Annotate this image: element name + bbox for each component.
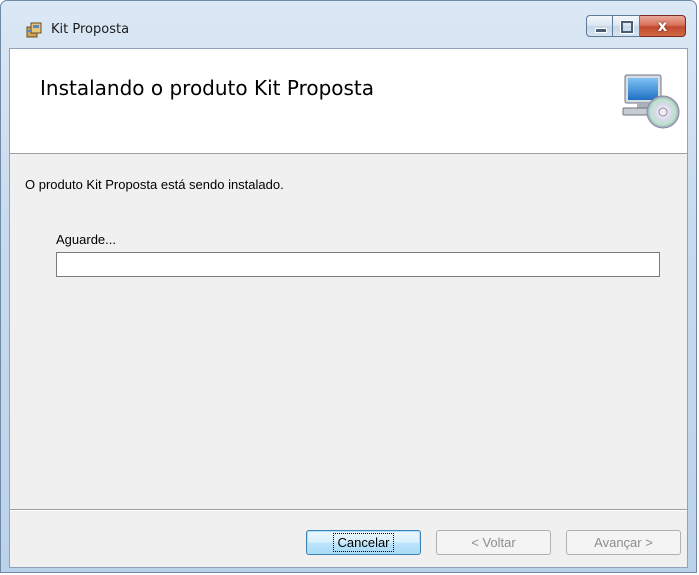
close-icon: x (657, 17, 668, 35)
minimize-icon (595, 28, 607, 33)
close-button[interactable]: x (640, 15, 686, 37)
installer-package-icon (26, 22, 42, 38)
back-button[interactable]: < Voltar (436, 530, 551, 555)
maximize-icon (621, 21, 633, 33)
computer-disc-icon (622, 74, 680, 129)
cancel-button-label: Cancelar (333, 533, 394, 552)
dialog-client-area: Instalando o produto Kit Proposta O prod… (9, 48, 688, 568)
cancel-button[interactable]: Cancelar (306, 530, 421, 555)
install-progress-bar (56, 252, 660, 277)
header-banner: Instalando o produto Kit Proposta (10, 49, 687, 154)
installer-window: Kit Proposta x Instalando o produto Kit … (0, 0, 697, 573)
title-bar[interactable]: Kit Proposta x (1, 1, 696, 41)
minimize-button[interactable] (586, 15, 613, 37)
caption-buttons: x (586, 15, 686, 37)
maximize-button[interactable] (613, 15, 640, 37)
next-button[interactable]: Avançar > (566, 530, 681, 555)
footer-separator (10, 509, 687, 511)
page-title: Instalando o produto Kit Proposta (40, 76, 375, 100)
window-title: Kit Proposta (51, 22, 130, 37)
install-status-text: O produto Kit Proposta está sendo instal… (25, 177, 284, 192)
progress-label: Aguarde... (56, 232, 116, 247)
